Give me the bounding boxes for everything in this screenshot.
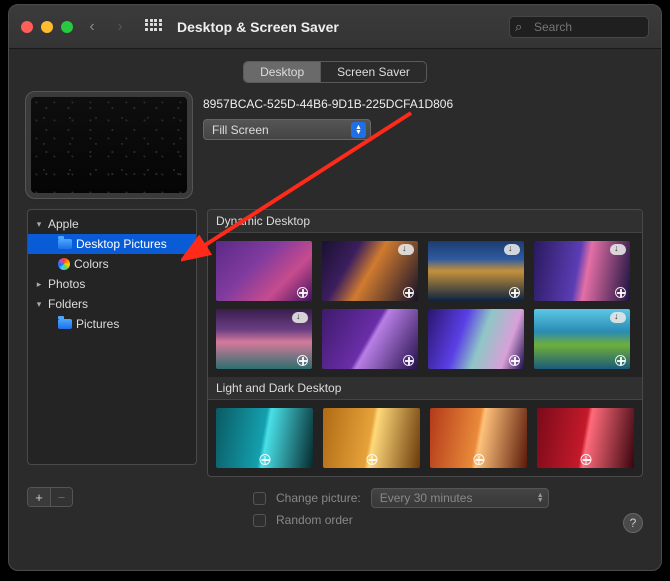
forward-button[interactable]: › [111, 18, 129, 36]
wallpaper-thumbnail[interactable] [216, 241, 312, 301]
wallpaper-thumbnail[interactable] [537, 408, 634, 468]
dynamic-indicator-icon [297, 355, 308, 366]
minimize-window-button[interactable] [41, 21, 53, 33]
content-area: 8957BCAC-525D-44B6-9D1B-225DCFA1D806 Fil… [9, 93, 661, 477]
wallpaper-thumbnail[interactable] [534, 241, 630, 301]
wallpaper-gallery: Dynamic Desktop Light and Dark Desktop [207, 209, 643, 477]
footer: + − Change picture: Every 30 minutes ▲▼ … [9, 477, 661, 531]
gallery-section-header: Dynamic Desktop [208, 210, 642, 233]
dynamic-indicator-icon [580, 454, 591, 465]
random-order-checkbox[interactable] [253, 514, 266, 527]
tab-screen-saver[interactable]: Screen Saver [320, 62, 426, 82]
change-interval-select[interactable]: Every 30 minutes ▲▼ [371, 488, 549, 508]
dynamic-indicator-icon [509, 355, 520, 366]
disclosure-triangle-icon[interactable]: ▾ [34, 299, 44, 310]
remove-source-button[interactable]: − [50, 488, 72, 506]
sidebar-item-label: Apple [48, 217, 79, 231]
dynamic-indicator-icon [259, 454, 270, 465]
dynamic-indicator-icon [297, 287, 308, 298]
cloud-download-icon [504, 244, 520, 255]
select-stepper-icon: ▲▼ [537, 493, 544, 503]
cloud-download-icon [292, 312, 308, 323]
sidebar-item-folders[interactable]: ▾ Folders [28, 294, 196, 314]
tab-desktop[interactable]: Desktop [244, 62, 320, 82]
sidebar-item-apple[interactable]: ▾ Apple [28, 214, 196, 234]
sidebar-item-label: Photos [48, 277, 85, 291]
wallpaper-thumbnail[interactable] [216, 408, 313, 468]
change-picture-label: Change picture: [276, 491, 361, 505]
wallpaper-thumbnail[interactable] [428, 241, 524, 301]
change-interval-value: Every 30 minutes [380, 491, 473, 505]
titlebar: ‹ › Desktop & Screen Saver ⌕ [9, 5, 661, 49]
sidebar-item-label: Folders [48, 297, 88, 311]
cloud-download-icon [610, 312, 626, 323]
close-window-button[interactable] [21, 21, 33, 33]
color-wheel-icon [58, 258, 70, 270]
wallpaper-thumbnail[interactable] [430, 408, 527, 468]
add-source-button[interactable]: + [28, 488, 50, 506]
window-title: Desktop & Screen Saver [177, 19, 339, 35]
add-remove-control: + − [27, 487, 73, 507]
folder-icon [58, 319, 72, 329]
dynamic-indicator-icon [615, 287, 626, 298]
sidebar-item-desktop-pictures[interactable]: Desktop Pictures [28, 234, 196, 254]
tab-bar: Desktop Screen Saver [9, 49, 661, 93]
dynamic-indicator-icon [403, 355, 414, 366]
show-all-icon[interactable] [145, 19, 161, 35]
sidebar-item-label: Pictures [76, 317, 119, 331]
sidebar-item-photos[interactable]: ▸ Photos [28, 274, 196, 294]
cloud-download-icon [610, 244, 626, 255]
sidebar-item-pictures[interactable]: Pictures [28, 314, 196, 334]
segmented-control: Desktop Screen Saver [243, 61, 427, 83]
dynamic-indicator-icon [615, 355, 626, 366]
search-field-wrap: ⌕ [509, 16, 649, 38]
dynamic-indicator-icon [366, 454, 377, 465]
folder-icon [58, 239, 72, 249]
change-picture-checkbox[interactable] [253, 492, 266, 505]
cloud-download-icon [398, 244, 414, 255]
wallpaper-thumbnail[interactable] [534, 309, 630, 369]
wallpaper-thumbnail[interactable] [322, 309, 418, 369]
sidebar-item-label: Colors [74, 257, 109, 271]
wallpaper-preview [31, 97, 187, 193]
wallpaper-thumbnail[interactable] [428, 309, 524, 369]
window-controls [21, 21, 73, 33]
disclosure-triangle-icon[interactable]: ▾ [34, 219, 44, 230]
back-button[interactable]: ‹ [83, 18, 101, 36]
dynamic-indicator-icon [403, 287, 414, 298]
source-sidebar: ▾ Apple Desktop Pictures Colors ▸ Photos… [27, 209, 197, 465]
fit-mode-select[interactable]: Fill Screen ▲▼ [203, 119, 371, 140]
fullscreen-window-button[interactable] [61, 21, 73, 33]
dynamic-indicator-icon [509, 287, 520, 298]
gallery-section-header: Light and Dark Desktop [208, 377, 642, 400]
search-input[interactable] [509, 16, 649, 38]
search-icon: ⌕ [515, 19, 522, 35]
fit-mode-value: Fill Screen [212, 123, 269, 137]
wallpaper-thumbnail[interactable] [216, 309, 312, 369]
wallpaper-thumbnail[interactable] [323, 408, 420, 468]
wallpaper-filename: 8957BCAC-525D-44B6-9D1B-225DCFA1D806 [203, 97, 643, 111]
sidebar-item-label: Desktop Pictures [76, 237, 167, 251]
dynamic-indicator-icon [473, 454, 484, 465]
wallpaper-thumbnail[interactable] [322, 241, 418, 301]
select-stepper-icon: ▲▼ [351, 122, 366, 138]
preferences-window: ‹ › Desktop & Screen Saver ⌕ Desktop Scr… [8, 4, 662, 571]
help-button[interactable]: ? [623, 513, 643, 533]
sidebar-item-colors[interactable]: Colors [28, 254, 196, 274]
random-order-label: Random order [276, 513, 353, 527]
disclosure-triangle-icon[interactable]: ▸ [34, 279, 44, 290]
